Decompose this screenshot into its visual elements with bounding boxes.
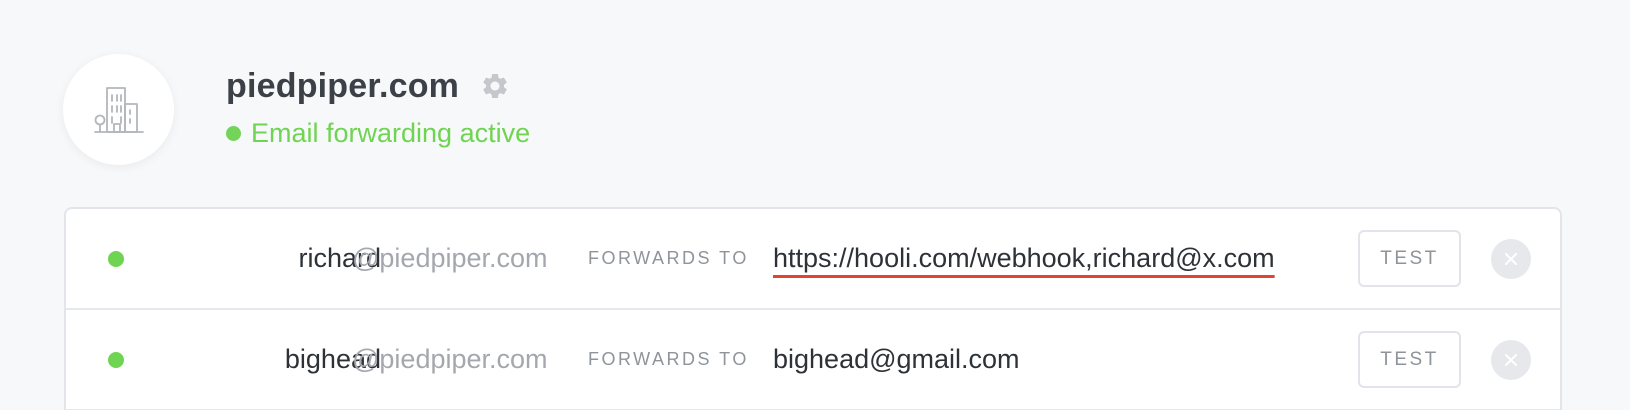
forward-row: bighead @piedpiper.com FORWARDS TO bighe… xyxy=(66,310,1560,410)
remove-button[interactable] xyxy=(1491,339,1531,380)
active-indicator xyxy=(108,250,124,267)
building-icon xyxy=(93,86,144,133)
status-dot xyxy=(226,126,241,141)
close-icon xyxy=(1505,353,1517,366)
destination-field[interactable]: https://hooli.com/webhook,richard@x.com xyxy=(773,243,1275,274)
destination-field[interactable]: bighead@gmail.com xyxy=(773,344,1020,375)
domain-avatar xyxy=(63,54,174,165)
gear-icon[interactable] xyxy=(479,70,511,102)
remove-button[interactable] xyxy=(1491,238,1531,279)
alias-domain: @piedpiper.com xyxy=(352,344,548,374)
domain-name: piedpiper.com xyxy=(226,66,460,105)
close-icon xyxy=(1505,252,1517,265)
forwards-to-label: FORWARDS TO xyxy=(588,349,749,369)
test-button[interactable]: TEST xyxy=(1358,331,1461,388)
page: piedpiper.com Email forwarding active ri… xyxy=(0,0,1630,410)
status-row: Email forwarding active xyxy=(226,118,530,149)
forwards-to-label: FORWARDS TO xyxy=(588,248,749,268)
domain-header: piedpiper.com Email forwarding active xyxy=(63,54,530,165)
alias-domain: @piedpiper.com xyxy=(352,243,548,273)
active-indicator xyxy=(108,351,124,368)
domain-title-row: piedpiper.com xyxy=(226,64,530,108)
domain-info: piedpiper.com Email forwarding active xyxy=(226,64,530,149)
forwards-list: richard @piedpiper.com FORWARDS TO https… xyxy=(64,207,1562,410)
status-text: Email forwarding active xyxy=(251,118,531,148)
forward-row: richard @piedpiper.com FORWARDS TO https… xyxy=(66,209,1560,310)
test-button[interactable]: TEST xyxy=(1358,230,1461,287)
